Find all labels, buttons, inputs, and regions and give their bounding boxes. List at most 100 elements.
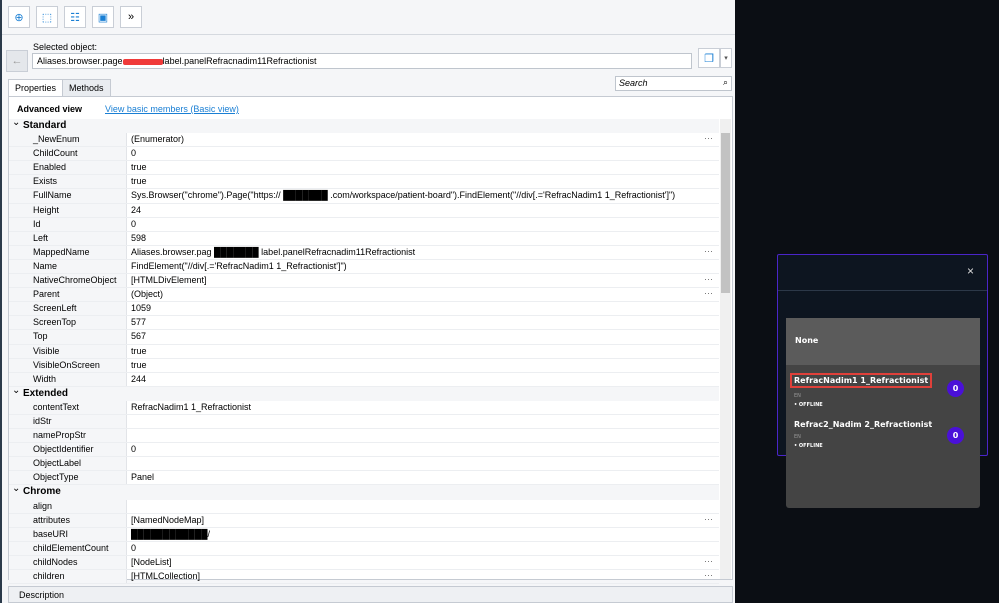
property-row[interactable]: Parent (Object) ··· bbox=[9, 288, 719, 303]
property-row[interactable]: Visible true bbox=[9, 344, 719, 359]
property-value[interactable]: FindElement("//div[.='RefracNadim1 1_Ref… bbox=[127, 260, 719, 273]
property-value[interactable]: 0 bbox=[127, 147, 719, 160]
ellipsis-button[interactable]: ··· bbox=[704, 570, 713, 580]
property-row[interactable]: MappedName Aliases.browser.pag ███████ la… bbox=[9, 245, 719, 260]
object-spy-icon[interactable]: ▣ bbox=[92, 6, 114, 28]
property-value[interactable]: true bbox=[127, 175, 719, 188]
ellipsis-button[interactable]: ··· bbox=[704, 514, 713, 524]
scrollbar[interactable] bbox=[720, 119, 731, 579]
property-name: FullName bbox=[9, 189, 127, 203]
property-row[interactable]: Top 567 bbox=[9, 330, 719, 345]
property-name: namePropStr bbox=[9, 429, 127, 443]
property-row[interactable]: ObjectType Panel bbox=[9, 471, 719, 486]
property-row[interactable]: Name FindElement("//div[.='RefracNadim1 1… bbox=[9, 259, 719, 275]
property-value[interactable]: 24 bbox=[127, 204, 719, 217]
property-value[interactable]: (Enumerator) bbox=[127, 133, 719, 146]
property-value[interactable] bbox=[127, 457, 719, 470]
dropdown-arrow-icon[interactable]: ▾ bbox=[720, 48, 732, 68]
selected-suffix: label.panelRefracnadim11Refractionist bbox=[162, 56, 317, 66]
selected-object-field[interactable]: Aliases.browser.page label.panelRefracnad… bbox=[32, 53, 692, 69]
ellipsis-button[interactable]: ··· bbox=[704, 246, 713, 256]
category-standard[interactable]: Standard bbox=[9, 116, 719, 134]
property-value[interactable]: [NamedNodeMap] bbox=[127, 514, 719, 527]
window-pointer-icon[interactable]: ⬚ bbox=[36, 6, 58, 28]
property-rows: Standard_NewEnum(Enumerator)···ChildCoun… bbox=[9, 116, 719, 585]
property-value[interactable]: true bbox=[127, 359, 719, 372]
property-value[interactable]: (Object) bbox=[127, 288, 719, 301]
property-row[interactable]: NativeChromeObject [HTMLDivElement] ··· bbox=[9, 274, 719, 289]
ellipsis-button[interactable]: ··· bbox=[704, 274, 713, 284]
property-value[interactable]: [HTMLDivElement] bbox=[127, 274, 719, 287]
property-row[interactable]: childNodes [NodeList] ··· bbox=[9, 555, 719, 570]
property-name: VisibleOnScreen bbox=[9, 358, 127, 372]
properties-grid: Advanced view View basic members (Basic … bbox=[8, 96, 733, 585]
copy-icon[interactable]: ❐ bbox=[698, 48, 720, 68]
category-chrome[interactable]: Chrome bbox=[9, 482, 719, 500]
property-value[interactable]: Panel bbox=[127, 471, 719, 484]
property-value[interactable]: 0 bbox=[127, 218, 719, 231]
option-none[interactable]: None bbox=[786, 318, 980, 365]
ellipsis-button[interactable]: ··· bbox=[704, 556, 713, 566]
property-value[interactable]: 598 bbox=[127, 232, 719, 245]
property-value[interactable]: [HTMLCollection] bbox=[127, 570, 719, 583]
property-value[interactable]: 244 bbox=[127, 373, 719, 386]
property-value[interactable]: 0 bbox=[127, 443, 719, 456]
property-row[interactable]: Exists true bbox=[9, 175, 719, 190]
property-row[interactable]: Enabled true bbox=[9, 161, 719, 176]
property-row[interactable]: Height 24 bbox=[9, 203, 719, 218]
tab-properties[interactable]: Properties bbox=[8, 79, 64, 97]
property-row[interactable]: align bbox=[9, 499, 719, 514]
back-arrow-icon[interactable]: ← bbox=[6, 50, 28, 72]
ellipsis-button[interactable]: ··· bbox=[704, 133, 713, 143]
tab-methods[interactable]: Methods bbox=[62, 79, 111, 96]
property-row[interactable]: ChildCount 0 bbox=[9, 147, 719, 162]
property-value[interactable] bbox=[127, 500, 719, 513]
property-row[interactable]: namePropStr bbox=[9, 429, 719, 444]
property-name: Enabled bbox=[9, 161, 127, 175]
basic-view-link[interactable]: View basic members (Basic view) bbox=[105, 104, 239, 114]
property-value[interactable]: true bbox=[127, 345, 719, 358]
property-value[interactable]: true bbox=[127, 161, 719, 174]
property-value[interactable]: 567 bbox=[127, 330, 719, 343]
property-value[interactable] bbox=[127, 415, 719, 428]
search-input[interactable]: Search ⌕ bbox=[615, 76, 732, 91]
property-row[interactable]: ObjectIdentifier 0 bbox=[9, 443, 719, 458]
property-value[interactable]: 1059 bbox=[127, 302, 719, 315]
option-refractionist-2[interactable]: Refrac2_Nadim 2_Refractionist EN • OFFLI… bbox=[786, 412, 980, 459]
property-row[interactable]: baseURI ████████████/ bbox=[9, 527, 719, 542]
property-value[interactable]: Aliases.browser.pag ███████ label.panelR… bbox=[127, 246, 719, 259]
property-name: childElementCount bbox=[9, 541, 127, 555]
property-value[interactable]: 577 bbox=[127, 316, 719, 329]
ellipsis-button[interactable]: ··· bbox=[704, 288, 713, 298]
property-value[interactable]: ████████████/ bbox=[127, 528, 719, 541]
property-row[interactable]: VisibleOnScreen true bbox=[9, 358, 719, 373]
property-row[interactable]: ObjectLabel bbox=[9, 457, 719, 472]
property-row[interactable]: children [HTMLCollection] ··· bbox=[9, 570, 719, 585]
category-extended[interactable]: Extended bbox=[9, 384, 719, 401]
property-row[interactable]: attributes [NamedNodeMap] ··· bbox=[9, 513, 719, 528]
property-name: Left bbox=[9, 231, 127, 245]
property-value[interactable]: 0 bbox=[127, 542, 719, 555]
property-row[interactable]: idStr bbox=[9, 414, 719, 430]
property-row[interactable]: Id 0 bbox=[9, 217, 719, 232]
property-value[interactable]: RefracNadim1 1_Refractionist bbox=[127, 401, 719, 414]
property-value[interactable] bbox=[127, 429, 719, 442]
property-value[interactable]: Sys.Browser("chrome").Page("https:// ███… bbox=[127, 189, 719, 202]
property-row[interactable]: ScreenLeft 1059 bbox=[9, 302, 719, 317]
option-refractionist-1[interactable]: RefracNadim1 1_Refractionist EN • OFFLIN… bbox=[786, 365, 980, 412]
property-name: _NewEnum bbox=[9, 133, 127, 147]
option-status: • OFFLINE bbox=[794, 443, 823, 449]
property-row[interactable]: ScreenTop 577 bbox=[9, 316, 719, 331]
property-row[interactable]: Width 244 bbox=[9, 372, 719, 387]
scrollbar-thumb[interactable] bbox=[721, 133, 730, 293]
property-row[interactable]: FullName Sys.Browser("chrome").Page("http… bbox=[9, 189, 719, 204]
property-row[interactable]: _NewEnum (Enumerator) ··· bbox=[9, 133, 719, 148]
crosshair-icon[interactable]: ⊕ bbox=[8, 6, 30, 28]
property-row[interactable]: Left 598 bbox=[9, 231, 719, 246]
tree-icon[interactable]: ☷ bbox=[64, 6, 86, 28]
property-row[interactable]: childElementCount 0 bbox=[9, 541, 719, 556]
property-row[interactable]: contentText RefracNadim1 1_Refractionist bbox=[9, 400, 719, 415]
property-value[interactable]: [NodeList] bbox=[127, 556, 719, 569]
close-icon[interactable]: × bbox=[967, 264, 974, 278]
more-button[interactable]: » bbox=[120, 6, 142, 28]
